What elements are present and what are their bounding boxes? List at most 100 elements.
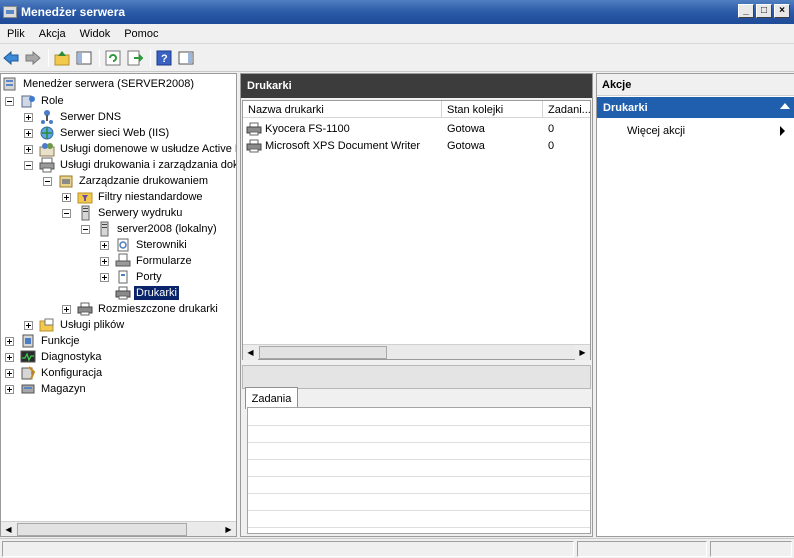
web-server-icon (39, 125, 55, 141)
tree-item-deployed-printers[interactable]: Rozmieszczone drukarki (62, 301, 220, 317)
help-icon[interactable]: ? (154, 48, 174, 68)
tree-item-drivers[interactable]: Sterowniki (100, 237, 189, 253)
scroll-thumb[interactable] (259, 346, 387, 359)
list-horizontal-scrollbar[interactable]: ◀ ▶ (243, 344, 590, 360)
printer-jobs: 0 (548, 139, 555, 152)
list-item[interactable]: Kyocera FS-1100 Gotowa 0 (243, 120, 590, 137)
tree-item-print-management[interactable]: Zarządzanie drukowaniem (43, 173, 210, 189)
expand-toggle[interactable] (5, 368, 14, 378)
menu-view[interactable]: Widok (73, 28, 118, 40)
scroll-right-icon[interactable]: ▶ (575, 345, 590, 360)
tree-item-print-services[interactable]: Usługi drukowania i zarządzania doku (24, 157, 236, 173)
status-cell-2 (577, 541, 707, 557)
tree-item-web-server[interactable]: Serwer sieci Web (IIS) (24, 125, 171, 141)
export-list-icon[interactable] (125, 48, 145, 68)
expand-toggle[interactable] (100, 272, 109, 282)
expand-toggle[interactable] (100, 256, 109, 266)
maximize-button[interactable]: □ (756, 4, 772, 18)
tree-item-server-local[interactable]: server2008 (lokalny) (81, 221, 219, 237)
show-hide-tree-icon[interactable] (74, 48, 94, 68)
list-header: Nazwa drukarki Stan kolejki Zadani... (243, 101, 590, 118)
expand-toggle[interactable] (62, 304, 71, 314)
grid-row-line (248, 459, 590, 460)
refresh-icon[interactable] (103, 48, 123, 68)
collapse-up-icon[interactable] (780, 103, 790, 109)
menu-bar: Plik Akcja Widok Pomoc (0, 24, 794, 44)
diagnostics-icon (20, 349, 36, 365)
drivers-icon (115, 237, 131, 253)
toolbar-separator (150, 49, 151, 67)
tree-item-roles[interactable]: Role (5, 93, 66, 109)
printer-status: Gotowa (447, 139, 485, 152)
title-bar: Menedżer serwera _ □ × (0, 0, 794, 24)
dns-server-icon (39, 109, 55, 125)
actions-title: Akcje (597, 74, 794, 96)
grid-row-line (248, 425, 590, 426)
actions-section-printers[interactable]: Drukarki (597, 97, 794, 118)
collapse-toggle[interactable] (62, 208, 71, 218)
more-actions-item[interactable]: Więcej akcji (597, 122, 794, 140)
menu-action[interactable]: Akcja (32, 28, 73, 40)
menu-help[interactable]: Pomoc (117, 28, 165, 40)
column-printer-name[interactable]: Nazwa drukarki (243, 101, 442, 118)
tree-item-diagnostics[interactable]: Diagnostyka (5, 349, 104, 365)
pane-splitter[interactable] (242, 365, 591, 389)
active-directory-icon (39, 141, 55, 157)
tree-item-active-directory[interactable]: Usługi domenowe w usłudze Active D (24, 141, 236, 157)
up-folder-icon[interactable] (52, 48, 72, 68)
printer-icon (115, 285, 131, 301)
tree-item-print-servers[interactable]: Serwery wydruku (62, 205, 184, 221)
expand-toggle[interactable] (24, 128, 33, 138)
tree-item-ports[interactable]: Porty (100, 269, 164, 285)
printers-list: Nazwa drukarki Stan kolejki Zadani... Ky… (242, 100, 591, 360)
status-cell-main (2, 541, 574, 557)
printer-icon (246, 138, 262, 154)
expand-toggle[interactable] (24, 320, 33, 330)
expand-toggle[interactable] (62, 192, 71, 202)
expand-toggle[interactable] (100, 240, 109, 250)
tree-item-storage[interactable]: Magazyn (5, 381, 88, 397)
tree-item-custom-filters[interactable]: Filtry niestandardowe (62, 189, 205, 205)
menu-file[interactable]: Plik (0, 28, 32, 40)
tree-item-printers[interactable]: Drukarki (100, 285, 179, 301)
expand-toggle[interactable] (5, 352, 14, 362)
column-jobs[interactable]: Zadani... (543, 101, 590, 118)
collapse-toggle[interactable] (43, 176, 52, 186)
toolbar: ? (0, 45, 794, 72)
tree-item-features[interactable]: Funkcje (5, 333, 82, 349)
expand-toggle[interactable] (5, 384, 14, 394)
scroll-left-icon[interactable]: ◀ (243, 345, 258, 360)
tree-item-dns-server[interactable]: Serwer DNS (24, 109, 123, 125)
scroll-right-icon[interactable]: ▶ (221, 522, 236, 536)
column-queue-status[interactable]: Stan kolejki (442, 101, 543, 118)
close-button[interactable]: × (774, 4, 790, 18)
tree-item-file-services[interactable]: Usługi plików (24, 317, 126, 333)
window-title: Menedżer serwera (21, 5, 126, 19)
servers-icon (77, 205, 93, 221)
expand-toggle[interactable] (24, 112, 33, 122)
server-icon (96, 221, 112, 237)
tree-item-configuration[interactable]: Konfiguracja (5, 365, 104, 381)
ports-icon (115, 269, 131, 285)
toolbar-separator (48, 49, 49, 67)
printer-name: Microsoft XPS Document Writer (265, 139, 421, 152)
list-item[interactable]: Microsoft XPS Document Writer Gotowa 0 (243, 137, 590, 154)
expand-toggle[interactable] (5, 336, 14, 346)
tree-item-root[interactable]: Menedżer serwera (SERVER2008) (2, 76, 196, 92)
expand-toggle[interactable] (24, 144, 33, 154)
collapse-toggle[interactable] (81, 224, 90, 234)
print-management-icon (58, 173, 74, 189)
collapse-toggle[interactable] (5, 96, 14, 106)
back-arrow-icon[interactable] (1, 48, 21, 68)
tree-item-forms[interactable]: Formularze (100, 253, 194, 269)
tree-horizontal-scrollbar[interactable]: ◀ ▶ (1, 521, 236, 536)
scroll-left-icon[interactable]: ◀ (1, 522, 16, 536)
tab-jobs[interactable]: Zadania (245, 387, 298, 409)
forward-arrow-icon[interactable] (23, 48, 43, 68)
configuration-icon (20, 365, 36, 381)
status-bar (0, 538, 794, 558)
collapse-toggle[interactable] (24, 160, 33, 170)
minimize-button[interactable]: _ (738, 4, 754, 18)
show-hide-action-pane-icon[interactable] (176, 48, 196, 68)
scroll-thumb[interactable] (17, 523, 187, 536)
